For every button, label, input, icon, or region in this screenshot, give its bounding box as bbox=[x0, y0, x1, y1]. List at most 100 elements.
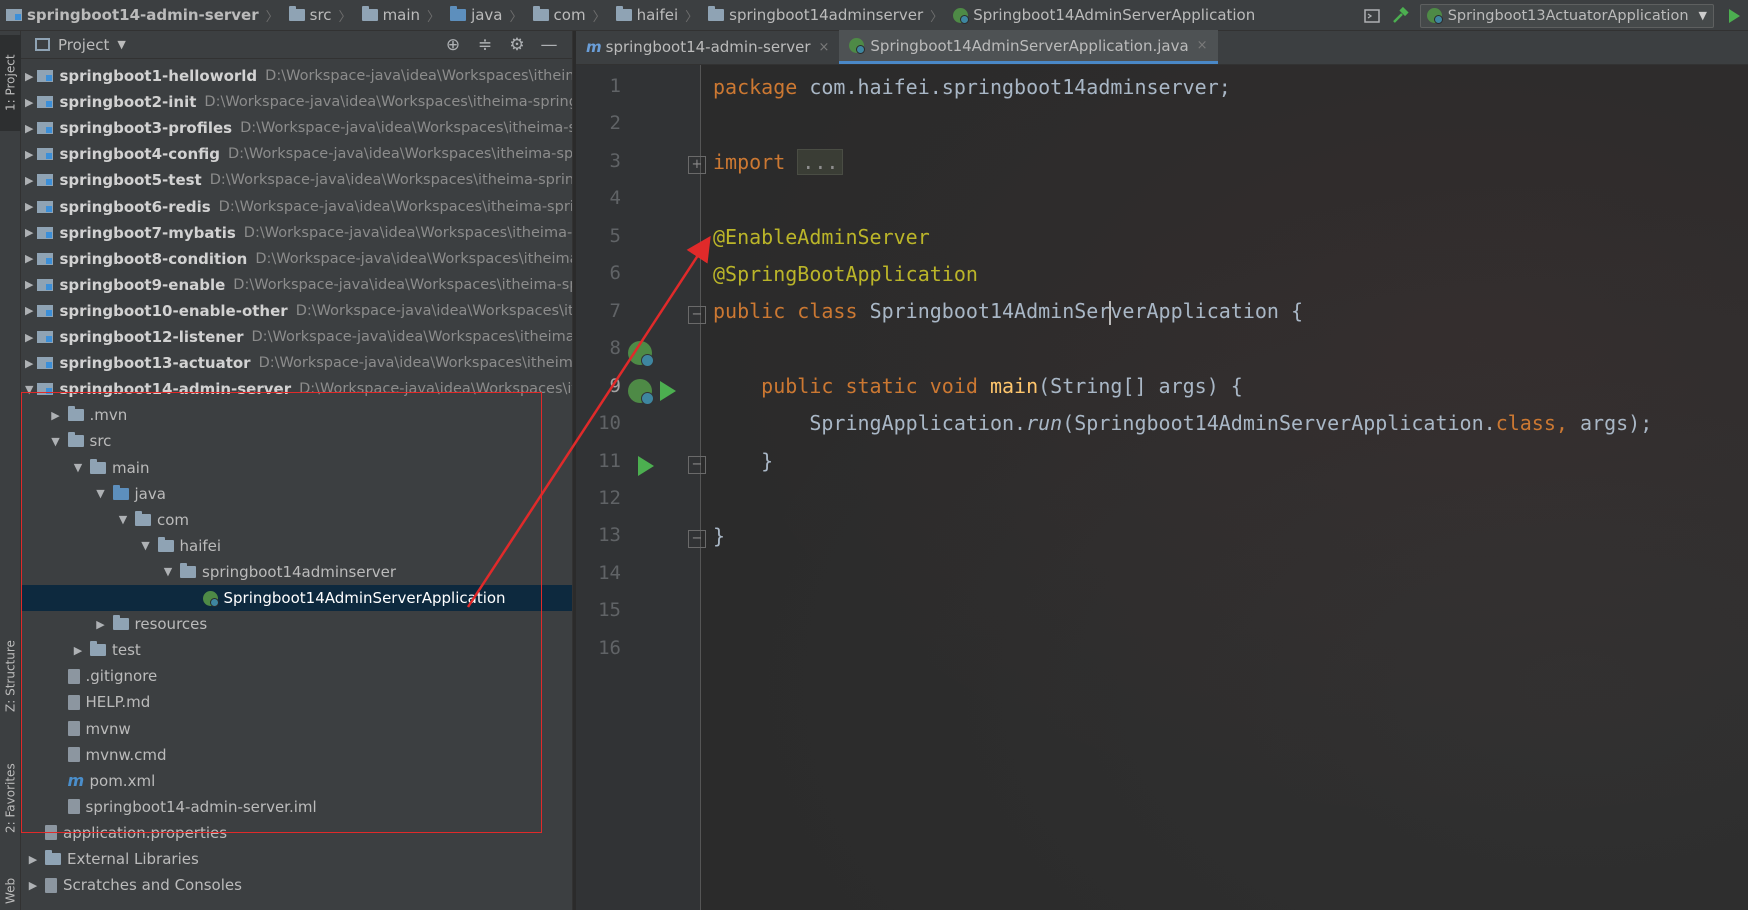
expand-arrow-icon[interactable]: ▶ bbox=[25, 853, 41, 866]
tab-project[interactable]: 1: Project bbox=[0, 35, 21, 131]
expand-arrow-icon[interactable]: ▶ bbox=[25, 70, 33, 83]
breadcrumb-item-com[interactable]: com 〉 bbox=[527, 0, 610, 31]
expand-arrow-icon[interactable]: ▶ bbox=[25, 200, 33, 213]
tree-item[interactable]: ▶ springboot8-condition D:\Workspace-java\… bbox=[21, 246, 572, 272]
spring-bean-icon[interactable] bbox=[628, 341, 654, 368]
chevron-down-icon[interactable]: ▼ bbox=[117, 38, 125, 51]
collapse-arrow-icon[interactable]: ▼ bbox=[93, 487, 109, 500]
fold-icon[interactable]: − bbox=[688, 530, 706, 549]
breadcrumb-item-src[interactable]: src 〉 bbox=[283, 0, 356, 31]
tree-item[interactable]: m pom.xml bbox=[21, 768, 572, 794]
terminal-icon[interactable] bbox=[1358, 0, 1386, 31]
expand-arrow-icon[interactable]: ▶ bbox=[25, 331, 33, 344]
tree-item[interactable]: ▶ .mvn bbox=[21, 402, 572, 428]
tree-item[interactable]: ▶ springboot9-enable D:\Workspace-java\ide… bbox=[21, 272, 572, 298]
line-number: 9 bbox=[609, 374, 621, 397]
tree-item[interactable]: ▶ springboot5-test D:\Workspace-java\idea\… bbox=[21, 167, 572, 193]
project-panel-title[interactable]: Project bbox=[58, 36, 109, 54]
expand-arrow-icon[interactable]: ▶ bbox=[25, 174, 33, 187]
breadcrumb-item-java[interactable]: java 〉 bbox=[444, 0, 526, 31]
breadcrumb-item-module[interactable]: springboot14-admin-server 〉 bbox=[0, 0, 283, 31]
build-hammer-icon[interactable] bbox=[1386, 0, 1414, 31]
collapse-arrow-icon[interactable]: ▼ bbox=[25, 383, 33, 396]
tree-item[interactable]: springboot14-admin-server.iml bbox=[21, 794, 572, 820]
tree-item[interactable]: ▶ test bbox=[21, 637, 572, 663]
tree-item[interactable]: ▶ Scratches and Consoles bbox=[21, 872, 572, 898]
run-configuration-selector[interactable]: Springboot13ActuatorApplication ▼ bbox=[1419, 3, 1714, 28]
tab-application-java[interactable]: Springboot14AdminServerApplication.java … bbox=[839, 30, 1218, 64]
collapse-arrow-icon[interactable]: ▼ bbox=[70, 461, 86, 474]
fold-icon[interactable]: − bbox=[688, 305, 706, 324]
tree-item[interactable]: ▼ haifei bbox=[21, 533, 572, 559]
tree-item[interactable]: ▶ springboot1-helloworld D:\Workspace-java… bbox=[21, 63, 572, 89]
expand-arrow-icon[interactable]: ▶ bbox=[25, 252, 33, 265]
expand-arrow-icon[interactable]: ▶ bbox=[70, 644, 86, 657]
collapse-arrow-icon[interactable]: ▼ bbox=[138, 539, 154, 552]
package-icon bbox=[135, 510, 151, 526]
expand-arrow-icon[interactable]: ▶ bbox=[25, 148, 33, 161]
tree-item[interactable]: application.properties bbox=[21, 820, 572, 846]
tree-item[interactable]: HELP.md bbox=[21, 689, 572, 715]
expand-arrow-icon[interactable]: ▶ bbox=[25, 96, 33, 109]
breadcrumb-item-main[interactable]: main 〉 bbox=[356, 0, 445, 31]
collapse-all-icon[interactable]: ≑ bbox=[469, 35, 501, 55]
run-icon[interactable] bbox=[1720, 0, 1748, 31]
breadcrumb-item-haifei[interactable]: haifei 〉 bbox=[610, 0, 703, 31]
tree-item[interactable]: ▶ springboot3-profiles D:\Workspace-java\i… bbox=[21, 115, 572, 141]
collapse-arrow-icon[interactable]: ▼ bbox=[115, 513, 131, 526]
expand-arrow-icon[interactable]: ▶ bbox=[25, 122, 33, 135]
breadcrumb-item-class[interactable]: Springboot14AdminServerApplication bbox=[947, 0, 1259, 31]
expand-arrow-icon[interactable]: ▶ bbox=[48, 409, 64, 422]
tree-item[interactable]: ▼ main bbox=[21, 455, 572, 481]
tree-item[interactable]: ▶ springboot6-redis D:\Workspace-java\idea… bbox=[21, 194, 572, 220]
locate-icon[interactable]: ⊕ bbox=[437, 35, 469, 55]
tree-item[interactable]: ▶ External Libraries bbox=[21, 846, 572, 872]
spring-bean-icon[interactable] bbox=[628, 378, 654, 405]
tree-item[interactable]: mvnw.cmd bbox=[21, 742, 572, 768]
close-icon[interactable]: × bbox=[1197, 38, 1208, 53]
run-gutter-icon[interactable] bbox=[660, 380, 676, 401]
code-editor[interactable]: 1 2 3 4 5 6 7 8 9 10 11 12 13 14 15 16 + − − − package com.… bbox=[576, 65, 1748, 910]
close-icon[interactable]: × bbox=[819, 40, 830, 55]
expand-arrow-icon[interactable]: ▶ bbox=[25, 357, 33, 370]
expand-arrow-icon[interactable]: ▶ bbox=[25, 278, 33, 291]
tree-item[interactable]: mvnw bbox=[21, 716, 572, 742]
folded-imports[interactable]: ... bbox=[797, 149, 844, 175]
markdown-file-icon bbox=[67, 694, 80, 710]
expand-arrow-icon[interactable]: ▶ bbox=[25, 226, 33, 239]
collapse-arrow-icon[interactable]: ▼ bbox=[48, 435, 64, 448]
tree-item[interactable]: ▶ springboot10-enable-other D:\Workspace-j… bbox=[21, 298, 572, 324]
expand-arrow-icon[interactable]: ▶ bbox=[93, 618, 109, 631]
tree-item[interactable]: Springboot14AdminServerApplication bbox=[21, 585, 572, 611]
tree-item[interactable]: ▶ springboot2-init D:\Workspace-java\idea\… bbox=[21, 89, 572, 115]
fold-icon[interactable]: + bbox=[688, 155, 706, 174]
file-icon bbox=[67, 721, 80, 736]
tree-item-label: resources bbox=[134, 615, 208, 634]
expand-arrow-icon[interactable]: ▶ bbox=[25, 304, 33, 317]
line-number: 1 bbox=[609, 75, 621, 97]
fold-icon[interactable]: − bbox=[688, 455, 706, 474]
tree-item[interactable]: .gitignore bbox=[21, 663, 572, 689]
run-gutter-icon[interactable] bbox=[638, 455, 654, 476]
tab-pom[interactable]: m springboot14-admin-server × bbox=[576, 30, 839, 64]
tree-item[interactable]: ▼ springboot14-admin-server D:\Workspace-j… bbox=[21, 376, 572, 402]
tree-item[interactable]: ▼ com bbox=[21, 507, 572, 533]
tree-item[interactable]: ▼ java bbox=[21, 481, 572, 507]
tree-item[interactable]: ▼ springboot14adminserver bbox=[21, 559, 572, 585]
breadcrumb-item-package[interactable]: springboot14adminserver 〉 bbox=[702, 0, 947, 31]
gear-icon[interactable]: ⚙ bbox=[501, 35, 533, 55]
tab-web[interactable]: Web bbox=[0, 871, 21, 910]
tree-item-label: .mvn bbox=[89, 406, 128, 425]
tab-structure[interactable]: Z: Structure bbox=[0, 621, 21, 731]
tree-item[interactable]: ▶ springboot12-listener D:\Workspace-java\… bbox=[21, 324, 572, 350]
hide-icon[interactable]: — bbox=[533, 35, 565, 55]
tree-item[interactable]: ▶ springboot7-mybatis D:\Workspace-java\id… bbox=[21, 220, 572, 246]
tree-item[interactable]: ▶ springboot4-config D:\Workspace-java\ide… bbox=[21, 141, 572, 167]
tree-item[interactable]: ▶ springboot13-actuator D:\Workspace-java\… bbox=[21, 350, 572, 376]
line-number: 3 bbox=[609, 149, 621, 172]
tab-favorites[interactable]: 2: Favorites bbox=[0, 743, 21, 853]
collapse-arrow-icon[interactable]: ▼ bbox=[160, 565, 176, 578]
expand-arrow-icon[interactable]: ▶ bbox=[25, 879, 41, 892]
tree-item[interactable]: ▶ resources bbox=[21, 611, 572, 637]
tree-item[interactable]: ▼ src bbox=[21, 428, 572, 454]
